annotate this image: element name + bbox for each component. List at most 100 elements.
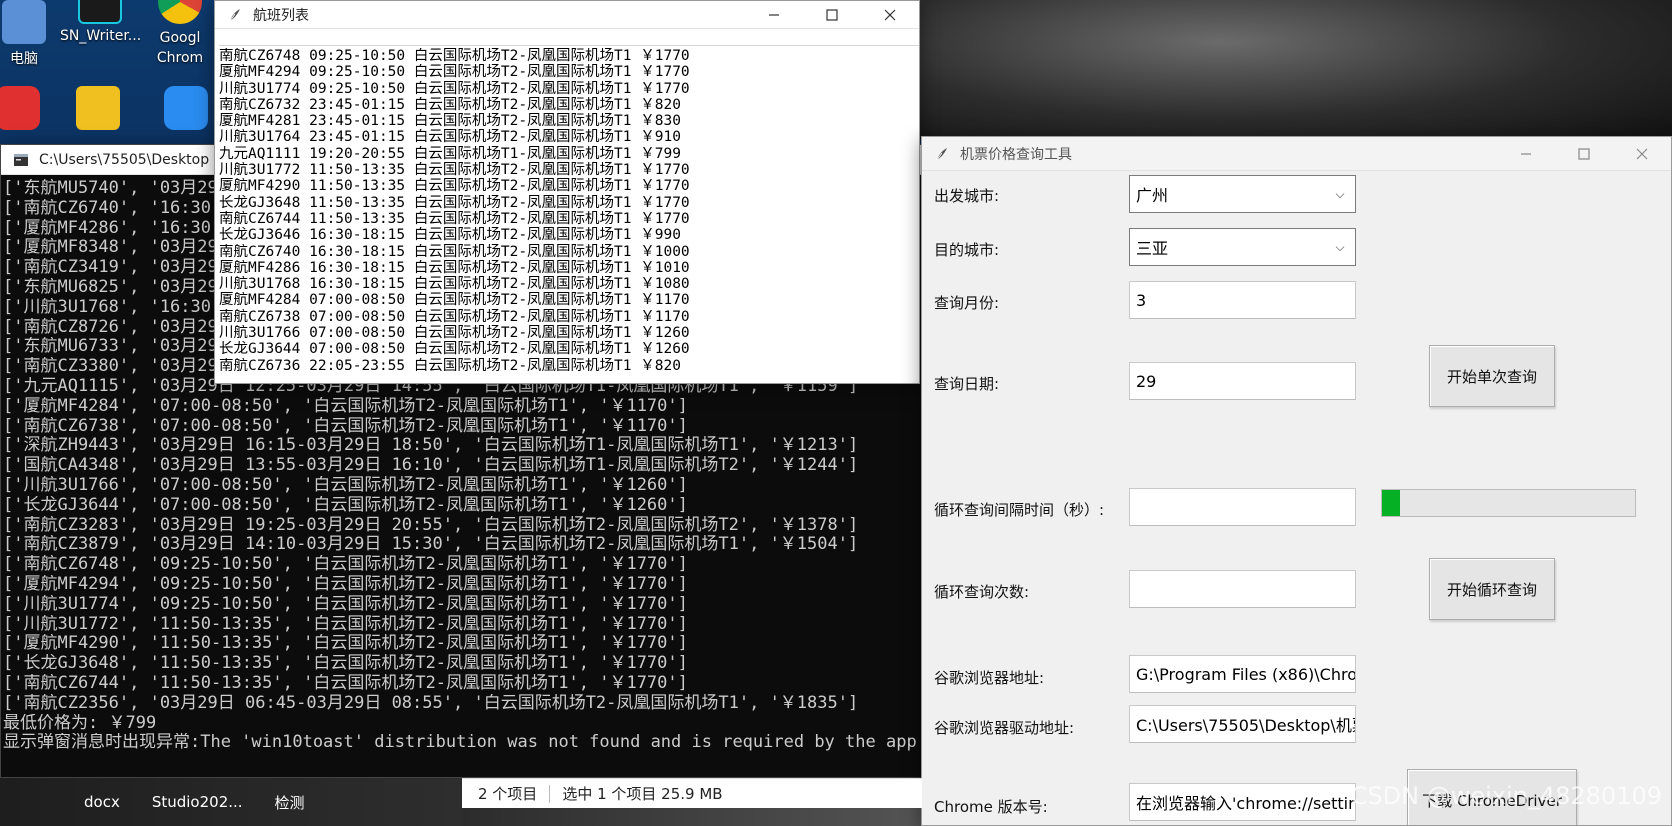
taskbar-item[interactable]: Studio202... (152, 793, 243, 811)
flight-list-item[interactable]: 川航3U1772 11:50-13:35 白云国际机场T2-凤凰国际机场T1 ￥… (219, 162, 919, 178)
feather-icon (229, 8, 240, 21)
console-line: ['厦航MF4284', '07:00-08:50', '白云国际机场T2-凤凰… (3, 396, 688, 416)
chrome-icon (158, 0, 202, 24)
flight-list-window[interactable]: 航班列表 南航CZ6748 09:25-10:50 白云国际机场T2-凤凰国际机… (214, 0, 920, 384)
month-input[interactable]: 3 (1129, 281, 1356, 319)
flight-list-item[interactable]: 长龙GJ3648 11:50-13:35 白云国际机场T2-凤凰国际机场T1 ￥… (219, 195, 919, 211)
flight-list-item[interactable]: 南航CZ6736 22:05-23:55 白云国际机场T2-凤凰国际机场T1 ￥… (219, 358, 919, 371)
progress-fill (1382, 490, 1400, 516)
desktop-icon-label: Googl Chrom (156, 30, 204, 66)
close-button[interactable] (1613, 139, 1671, 169)
console-line: 显示弹窗消息时出现异常:The 'win10toast' distributio… (3, 733, 917, 753)
flight-list-item[interactable]: 九元AQ1111 19:20-20:55 白云国际机场T1-凤凰国际机场T1 ￥… (219, 146, 919, 162)
query-progress-bar (1381, 489, 1636, 517)
desktop-icon-computer[interactable]: 电脑 (0, 0, 64, 68)
chevron-down-icon[interactable]: ⌵ (1331, 187, 1349, 202)
destination-value: 三亚 (1136, 239, 1169, 258)
flight-list-item[interactable]: 南航CZ6740 16:30-18:15 白云国际机场T2-凤凰国际机场T1 ￥… (219, 244, 919, 260)
close-icon (1636, 148, 1648, 159)
wps-icon (0, 86, 40, 130)
console-line: ['南航CZ6738', '07:00-08:50', '白云国际机场T2-凤凰… (3, 416, 688, 436)
flight-list-item[interactable]: 厦航MF4281 23:45-01:15 白云国际机场T2-凤凰国际机场T1 ￥… (219, 113, 919, 129)
flight-list-item[interactable]: 长龙GJ3646 16:30-18:15 白云国际机场T2-凤凰国际机场T1 ￥… (219, 227, 919, 243)
flight-listbox[interactable]: 南航CZ6748 09:25-10:50 白云国际机场T2-凤凰国际机场T1 ￥… (219, 45, 919, 371)
loop-query-button[interactable]: 开始循环查询 (1429, 558, 1555, 620)
flight-list-item[interactable]: 川航3U1766 07:00-08:50 白云国际机场T2-凤凰国际机场T1 ￥… (219, 325, 919, 341)
flight-list-item[interactable]: 厦航MF4284 07:00-08:50 白云国际机场T2-凤凰国际机场T1 ￥… (219, 292, 919, 308)
minimize-button[interactable] (745, 1, 803, 30)
console-line: ['川航3U1766', '07:00-08:50', '白云国际机场T2-凤凰… (3, 475, 688, 495)
feishu-icon (164, 86, 208, 130)
minimize-icon (1521, 152, 1531, 155)
departure-select[interactable]: 广州 ⌵ (1129, 175, 1356, 213)
flight-list-item[interactable]: 川航3U1768 16:30-18:15 白云国际机场T2-凤凰国际机场T1 ￥… (219, 276, 919, 292)
flight-list-item[interactable]: 南航CZ6744 11:50-13:35 白云国际机场T2-凤凰国际机场T1 ￥… (219, 211, 919, 227)
desktop-icon-label: 电脑 (10, 51, 38, 67)
chrome-version-label: Chrome 版本号: (934, 798, 1048, 816)
month-label: 查询月份: (934, 294, 1000, 312)
taskbar-item[interactable]: 检测 (275, 792, 305, 813)
departure-value: 广州 (1136, 186, 1169, 205)
console-line: ['南航CZ6744', '11:50-13:35', '白云国际机场T2-凤凰… (3, 673, 688, 693)
close-button[interactable] (861, 1, 919, 30)
computer-icon (2, 0, 46, 44)
folder-icon (76, 86, 120, 130)
selection-info: 选中 1 个项目 25.9 MB (562, 785, 723, 803)
chevron-down-icon[interactable]: ⌵ (1331, 240, 1349, 255)
price-tool-titlebar[interactable]: 机票价格查询工具 (922, 137, 1671, 171)
console-line: ['南航CZ3879', '03月29日 14:10-03月29日 15:30'… (3, 535, 859, 555)
flight-list-titlebar[interactable]: 航班列表 (215, 1, 919, 29)
desktop-icon-snwriter[interactable]: SN_Writer... (60, 0, 141, 44)
driver-path-input[interactable]: C:\Users\75505\Desktop\机票价 (1129, 705, 1356, 743)
flight-list-item[interactable]: 南航CZ6738 07:00-08:50 白云国际机场T2-凤凰国际机场T1 ￥… (219, 309, 919, 325)
console-line: ['长龙GJ3648', '11:50-13:35', '白云国际机场T2-凤凰… (3, 654, 688, 674)
desktop-icon-chrome[interactable]: Googl Chrom (150, 0, 210, 68)
price-tool-window[interactable]: 机票价格查询工具 出发城市: 广州 ⌵ 目的城市: 三亚 ⌵ 查询月份: 3 查… (921, 136, 1672, 826)
status-separator (549, 784, 551, 803)
console-app-icon (14, 153, 28, 166)
flight-list-item[interactable]: 厦航MF4286 16:30-18:15 白云国际机场T2-凤凰国际机场T1 ￥… (219, 260, 919, 276)
browser-path-input[interactable]: G:\Program Files (x86)\Chrome (1129, 655, 1356, 693)
count-input[interactable] (1129, 570, 1356, 608)
console-line: ['南航CZ3283', '03月29日 19:25-03月29日 20:55'… (3, 515, 859, 535)
flight-list-item[interactable]: 川航3U1764 23:45-01:15 白云国际机场T2-凤凰国际机场T1 ￥… (219, 129, 919, 145)
minimize-button[interactable] (1497, 139, 1555, 169)
chrome-version-input[interactable]: 在浏览器输入'chrome://settings/ (1129, 783, 1356, 821)
feather-icon (936, 147, 947, 160)
console-line: ['厦航MF4290', '11:50-13:35', '白云国际机场T2-凤凰… (3, 634, 688, 654)
console-line: ['南航CZ6748', '09:25-10:50', '白云国际机场T2-凤凰… (3, 555, 688, 575)
close-icon (884, 9, 896, 20)
flight-list-item[interactable]: 川航3U1774 09:25-10:50 白云国际机场T2-凤凰国际机场T1 ￥… (219, 81, 919, 97)
flight-list-item[interactable]: 长龙GJ3644 07:00-08:50 白云国际机场T2-凤凰国际机场T1 ￥… (219, 341, 919, 357)
console-line: ['长龙GJ3644', '07:00-08:50', '白云国际机场T2-凤凰… (3, 495, 688, 515)
desktop-icon-wps[interactable] (0, 86, 58, 134)
maximize-button[interactable] (1555, 139, 1613, 169)
departure-label: 出发城市: (934, 187, 1000, 205)
flight-list-item[interactable]: 厦航MF4294 09:25-10:50 白云国际机场T2-凤凰国际机场T1 ￥… (219, 64, 919, 80)
taskbar-strip: docx Studio202... 检测 (0, 778, 462, 826)
console-line: ['深航ZH9443', '03月29日 16:15-03月29日 18:50'… (3, 436, 859, 456)
single-query-button[interactable]: 开始单次查询 (1429, 345, 1555, 407)
explorer-statusbar: 2 个项目 选中 1 个项目 25.9 MB (462, 778, 922, 808)
console-line: ['川航3U1772', '11:50-13:35', '白云国际机场T2-凤凰… (3, 614, 688, 634)
console-line: ['南航CZ2356', '03月29日 06:45-03月29日 08:55'… (3, 693, 859, 713)
destination-select[interactable]: 三亚 ⌵ (1129, 228, 1356, 266)
maximize-icon (826, 8, 838, 21)
date-label: 查询日期: (934, 375, 1000, 393)
item-count: 2 个项目 (478, 785, 538, 803)
snwriter-icon (78, 0, 122, 24)
interval-label: 循环查询间隔时间（秒）: (934, 501, 1105, 519)
date-input[interactable]: 29 (1129, 362, 1356, 400)
console-line: ['川航3U1774', '09:25-10:50', '白云国际机场T2-凤凰… (3, 594, 688, 614)
destination-label: 目的城市: (934, 241, 1000, 259)
flight-list-item[interactable]: 南航CZ6748 09:25-10:50 白云国际机场T2-凤凰国际机场T1 ￥… (219, 48, 919, 64)
wallpaper (920, 0, 1672, 140)
interval-input[interactable] (1129, 488, 1356, 526)
flight-list-title: 航班列表 (253, 7, 309, 24)
flight-list-item[interactable]: 厦航MF4290 11:50-13:35 白云国际机场T2-凤凰国际机场T1 ￥… (219, 178, 919, 194)
taskbar-item[interactable]: docx (84, 793, 120, 811)
maximize-button[interactable] (803, 1, 861, 30)
watermark: CSDN @weixin_48280109 (1350, 782, 1662, 810)
flight-list-item[interactable]: 南航CZ6732 23:45-01:15 白云国际机场T2-凤凰国际机场T1 ￥… (219, 97, 919, 113)
desktop-icon-folder[interactable] (58, 86, 138, 134)
